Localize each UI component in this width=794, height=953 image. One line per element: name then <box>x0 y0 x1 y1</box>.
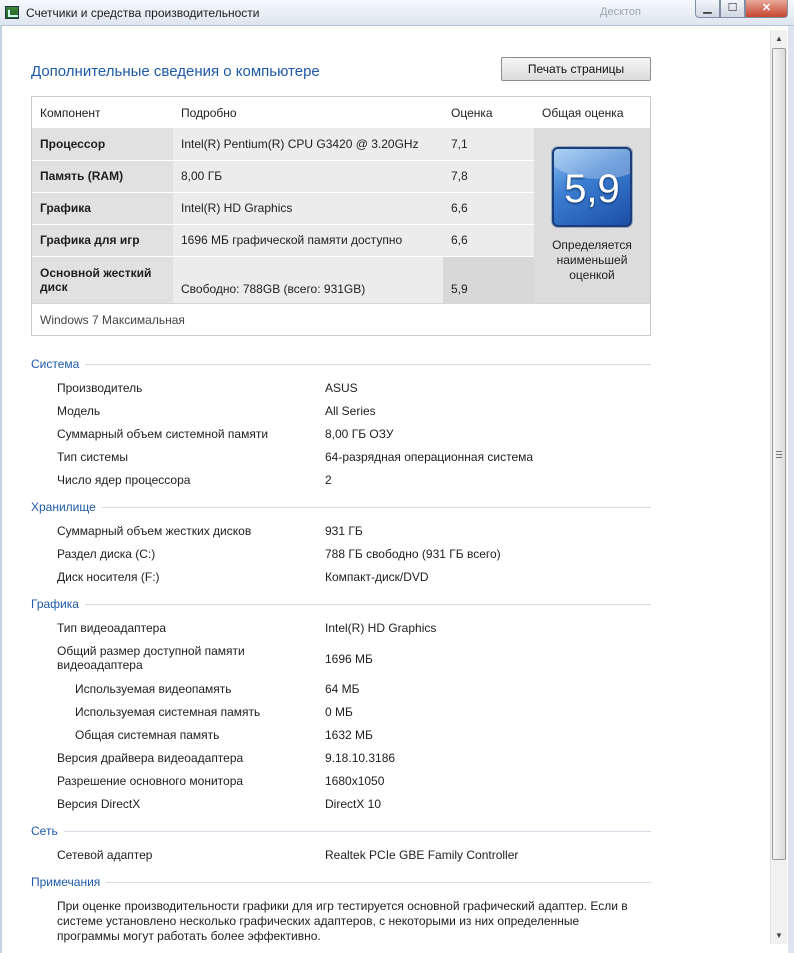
score-table-header: Компонент Подробно Оценка Общая оценка <box>32 97 650 128</box>
graphics-item-label: Общий размер доступной памяти видеоадапт… <box>57 644 245 672</box>
graphics-item-label: Версия DirectX <box>57 797 141 811</box>
component-details: Intel(R) HD Graphics <box>173 192 443 225</box>
section-title: Сеть <box>31 824 651 838</box>
component-name: Память (RAM) <box>32 160 173 193</box>
column-header-component: Компонент <box>32 97 173 128</box>
component-name: Графика <box>32 192 173 225</box>
component-details: Свободно: 788GB (всего: 931GB) <box>173 256 443 304</box>
graphics-item-label: Версия драйвера видеоадаптера <box>57 751 244 765</box>
system-item-value: 2 <box>325 473 332 487</box>
close-button[interactable]: ✕ <box>745 0 788 18</box>
overall-score-value: 5,9 <box>564 167 620 211</box>
score-table: Компонент Подробно Оценка Общая оценка П… <box>32 97 650 304</box>
storage-item-value: 931 ГБ <box>325 524 363 538</box>
component-name: Графика для игр <box>32 224 173 257</box>
component-details: Intel(R) Pentium(R) CPU G3420 @ 3.20GHz <box>173 128 443 161</box>
overall-score-note: Определяется наименьшей оценкой <box>552 238 632 282</box>
graphics-item-value: DirectX 10 <box>325 797 382 811</box>
storage-item-value: Компакт-диск/DVD <box>325 570 429 584</box>
section-title: Примечания <box>31 875 651 889</box>
scroll-up-arrow-icon[interactable]: ▲ <box>771 30 787 47</box>
component-name: Основной жесткий диск <box>32 256 173 304</box>
section-title-label: Хранилище <box>31 500 102 514</box>
system-item-value: 64-разрядная операционная система <box>325 450 534 464</box>
column-header-score: Оценка <box>443 97 534 128</box>
print-page-button[interactable]: Печать страницы <box>501 57 651 81</box>
component-score: 6,6 <box>443 224 534 257</box>
system-item-value: 8,00 ГБ ОЗУ <box>325 427 394 441</box>
os-edition: Windows 7 Максимальная <box>32 303 650 336</box>
window-controls: ▁ ☐ ✕ <box>695 0 788 18</box>
score-panel: Компонент Подробно Оценка Общая оценка П… <box>31 96 651 336</box>
minimize-button[interactable]: ▁ <box>695 0 720 18</box>
component-score: 7,8 <box>443 160 534 193</box>
section-title-label: Сеть <box>31 824 64 838</box>
section-title-label: Система <box>31 357 86 371</box>
window-frame-right <box>788 26 794 953</box>
notes-section: Примечания При оценке производительности… <box>31 875 651 945</box>
graphics-item-value: 1632 МБ <box>325 728 373 742</box>
storage-item-label: Раздел диска (C:) <box>57 547 156 561</box>
component-score: 6,6 <box>443 192 534 225</box>
network-section: Сеть Сетевой адаптер Realtek PCIe GBE Fa… <box>31 824 651 868</box>
graphics-item-value: 64 МБ <box>325 682 360 696</box>
network-item-value: Realtek PCIe GBE Family Controller <box>325 848 519 862</box>
graphics-item-value: 1696 МБ <box>325 652 373 666</box>
system-item-label: Суммарный объем системной памяти <box>57 427 269 441</box>
component-score: 7,1 <box>443 128 534 161</box>
system-item-label: Число ядер процессора <box>57 473 191 487</box>
section-title: Графика <box>31 597 651 611</box>
section-title: Хранилище <box>31 500 651 514</box>
system-item-value: All Series <box>325 404 376 418</box>
maximize-button[interactable]: ☐ <box>720 0 745 18</box>
graphics-item-value: 0 МБ <box>325 705 353 719</box>
graphics-item-value: 9.18.10.3186 <box>325 751 396 765</box>
graphics-item-label: Используемая видеопамять <box>75 682 232 696</box>
notes-text: При оценке производительности графики дл… <box>57 899 628 943</box>
score-badge-icon: 5,9 <box>552 147 632 227</box>
component-score: 5,9 <box>443 256 534 304</box>
component-details: 8,00 ГБ <box>173 160 443 193</box>
graphics-item-value: 1680x1050 <box>325 774 385 788</box>
storage-item-label: Диск носителя (F:) <box>57 570 160 584</box>
section-title-label: Графика <box>31 597 85 611</box>
storage-item-label: Суммарный объем жестких дисков <box>57 524 252 538</box>
scroll-thumb[interactable] <box>772 48 786 860</box>
background-window-title: Десктоп <box>600 6 641 18</box>
graphics-item-label: Используемая системная память <box>75 705 261 719</box>
system-item-label: Производитель <box>57 381 143 395</box>
title-bar: Счетчики и средства производительности Д… <box>0 0 794 26</box>
graphics-item-label: Разрешение основного монитора <box>57 774 244 788</box>
system-item-label: Модель <box>57 404 101 418</box>
section-title: Система <box>31 357 651 371</box>
system-section: Система Производитель ASUS Модель All Se… <box>31 357 651 497</box>
scroll-down-arrow-icon[interactable]: ▼ <box>771 927 787 944</box>
storage-item-value: 788 ГБ свободно (931 ГБ всего) <box>325 547 501 561</box>
graphics-item-label: Тип видеоадаптера <box>57 621 166 635</box>
network-item-label: Сетевой адаптер <box>57 848 153 862</box>
window-frame-left <box>0 26 2 953</box>
system-item-value: ASUS <box>325 381 358 395</box>
section-title-label: Примечания <box>31 875 107 889</box>
table-row: Процессор Intel(R) Pentium(R) CPU G3420 … <box>32 128 650 303</box>
vertical-scrollbar[interactable]: ▲ ▼ <box>770 30 787 944</box>
window-title: Счетчики и средства производительности <box>26 6 260 20</box>
component-name: Процессор <box>32 128 173 161</box>
grip-icon <box>776 451 782 458</box>
page-title: Дополнительные сведения о компьютере <box>31 63 320 80</box>
graphics-item-label: Общая системная память <box>75 728 220 742</box>
graphics-item-value: Intel(R) HD Graphics <box>325 621 437 635</box>
column-header-details: Подробно <box>173 97 443 128</box>
storage-section: Хранилище Суммарный объем жестких дисков… <box>31 500 651 590</box>
graphics-section: Графика Тип видеоадаптера Intel(R) HD Gr… <box>31 597 651 817</box>
column-header-overall: Общая оценка <box>534 97 650 128</box>
component-details: 1696 МБ графической памяти доступно <box>173 224 443 257</box>
performance-app-icon <box>5 6 19 19</box>
system-item-label: Тип системы <box>57 450 128 464</box>
overall-score-cell: 5,9 Определяется наименьшей оценкой <box>534 128 650 303</box>
